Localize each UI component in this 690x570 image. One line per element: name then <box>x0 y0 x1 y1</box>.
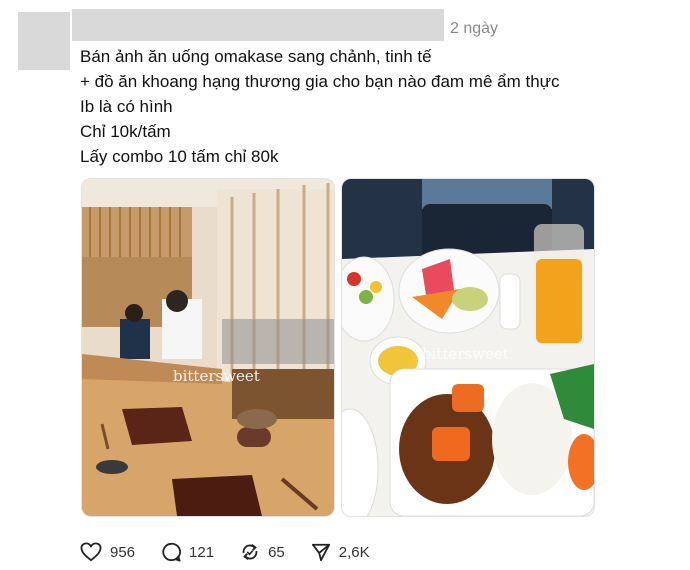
share-count: 2,6K <box>338 543 370 561</box>
avatar[interactable] <box>18 12 70 70</box>
action-bar: 956 121 65 2,6K <box>80 540 396 564</box>
post-image-omakase[interactable]: bittersweet <box>81 178 335 517</box>
comment-button[interactable]: 121 <box>161 542 214 562</box>
repost-count: 65 <box>268 543 285 561</box>
comment-count: 121 <box>189 543 215 561</box>
watermark: bittersweet <box>173 367 260 385</box>
heart-icon <box>80 542 102 562</box>
repost-icon <box>240 542 260 562</box>
username-redacted[interactable] <box>72 9 444 41</box>
post-line: Bán ảnh ăn uống omakase sang chảnh, tinh… <box>80 47 432 66</box>
post-text: Bán ảnh ăn uống omakase sang chảnh, tinh… <box>80 44 560 169</box>
post-image-inflight-meal[interactable]: bittersweet <box>341 178 595 517</box>
post-line: Lấy combo 10 tấm chỉ 80k <box>80 147 279 166</box>
comment-icon <box>161 542 182 562</box>
post-timestamp: 2 ngày <box>450 20 499 37</box>
post-line: + đồ ăn khoang hạng thương gia cho bạn n… <box>80 72 560 91</box>
share-icon <box>311 542 331 562</box>
like-count: 956 <box>110 543 136 561</box>
repost-button[interactable]: 65 <box>240 542 285 562</box>
post-line: Chỉ 10k/tấm <box>80 122 171 141</box>
share-button[interactable]: 2,6K <box>311 542 370 562</box>
watermark: bittersweet <box>422 345 509 363</box>
post-line: Ib là có hình <box>80 97 173 116</box>
like-button[interactable]: 956 <box>80 542 135 562</box>
